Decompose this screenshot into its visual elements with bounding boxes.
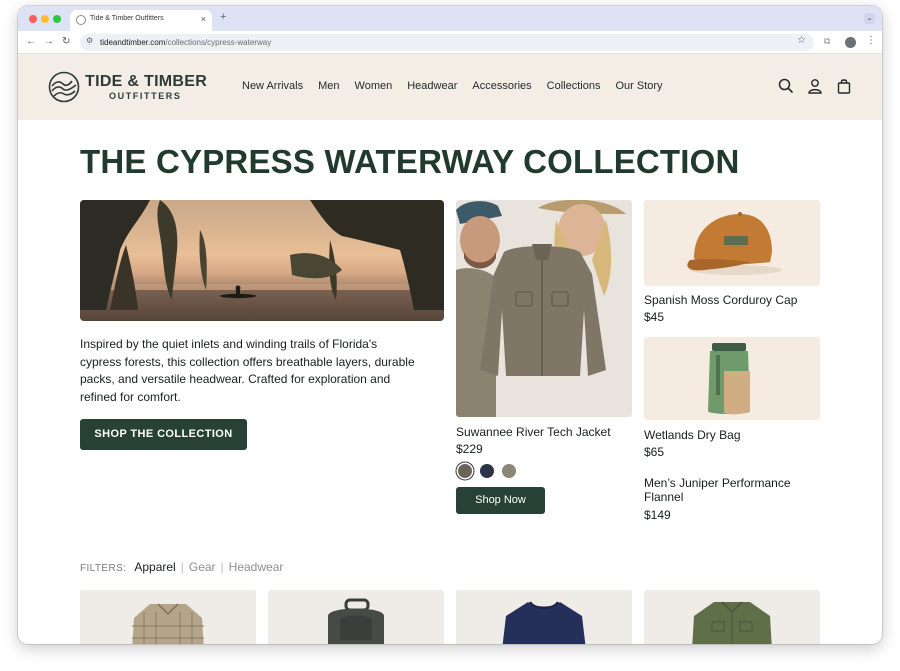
cap-product-price: $45 [644,310,665,324]
product-card-plaid-shirt[interactable] [80,590,256,644]
shop-now-button[interactable]: Shop Now [456,487,545,514]
account-icon[interactable] [807,78,823,94]
zoom-window-button[interactable] [53,15,61,23]
dry-bag-product-image[interactable] [644,337,820,420]
nav-new-arrivals[interactable]: New Arrivals [242,80,303,92]
main-nav: New Arrivals Men Women Headwear Accessor… [242,80,663,92]
search-icon[interactable] [778,78,794,94]
url-host: tideandtimber.com [100,38,166,47]
tab-search-icon[interactable]: ⌄ [864,13,875,24]
nav-men[interactable]: Men [318,80,339,92]
filter-headwear[interactable]: Headwear [229,560,284,574]
nav-headwear[interactable]: Headwear [407,80,457,92]
profile-avatar[interactable] [845,37,856,48]
back-icon[interactable]: ← [26,35,36,49]
cap-product-name[interactable]: Spanish Moss Corduroy Cap [644,293,797,307]
url-path: /collections/cypress-waterway [165,38,272,47]
browser-window: Tide & Timber Outfitters × + ⌄ ← → ↻ ⚙ t… [18,6,882,644]
filter-divider: | [180,560,184,574]
page-title: THE CYPRESS WATERWAY COLLECTION [80,143,740,180]
minimize-window-button[interactable] [41,15,49,23]
browser-toolbar: ← → ↻ ⚙ tideandtimber.com/collections/cy… [18,31,882,54]
nav-accessories[interactable]: Accessories [472,80,531,92]
reload-icon[interactable]: ↻ [62,35,70,49]
flannel-product-price: $149 [644,508,671,522]
brand-subtitle: OUTFITTERS [109,91,182,101]
hero-image [80,200,444,321]
favicon-icon [76,15,86,25]
filter-gear[interactable]: Gear [189,560,216,574]
color-swatch-navy[interactable] [480,464,494,478]
bag-icon[interactable] [836,78,852,94]
dry-bag-product-name[interactable]: Wetlands Dry Bag [644,428,741,442]
cap-product-image[interactable] [644,200,820,286]
product-card-navy-tee[interactable] [456,590,632,644]
color-swatch-stone[interactable] [502,464,516,478]
extension-icon[interactable]: ⧉ [824,36,830,47]
nav-collections[interactable]: Collections [547,80,601,92]
filter-divider: | [220,560,224,574]
filter-bar: FILTERS: Apparel | Gear | Headwear [80,560,283,574]
nav-women[interactable]: Women [355,80,393,92]
filter-label: FILTERS: [80,563,127,574]
filter-apparel[interactable]: Apparel [134,560,175,574]
featured-product-image[interactable] [456,200,632,417]
site-header: TIDE & TIMBER OUTFITTERS New Arrivals Me… [18,54,882,120]
tab-strip: Tide & Timber Outfitters × + ⌄ [18,6,882,31]
nav-our-story[interactable]: Our Story [615,80,662,92]
new-tab-icon[interactable]: + [220,11,226,23]
product-card-green-shirt[interactable] [644,590,820,644]
tab-close-icon[interactable]: × [201,13,206,25]
shop-collection-button[interactable]: SHOP THE COLLECTION [80,419,247,450]
close-window-button[interactable] [29,15,37,23]
dry-bag-product-price: $65 [644,445,665,459]
address-bar[interactable]: ⚙ tideandtimber.com/collections/cypress-… [80,34,814,51]
color-swatch-olive[interactable] [458,464,472,478]
wave-logo-icon[interactable] [48,71,80,103]
site-info-icon[interactable]: ⚙ [86,36,93,45]
forward-icon[interactable]: → [44,35,54,49]
browser-tab[interactable]: Tide & Timber Outfitters × [70,10,212,31]
brand-name[interactable]: TIDE & TIMBER [85,73,207,91]
product-card-backpack[interactable] [268,590,444,644]
url-text: tideandtimber.com/collections/cypress-wa… [100,38,271,47]
featured-product-name[interactable]: Suwannee River Tech Jacket [456,425,611,439]
collection-description: Inspired by the quiet inlets and winding… [80,337,415,404]
tab-title: Tide & Timber Outfitters [90,15,164,22]
more-menu-icon[interactable]: ⋮ [866,35,876,46]
flannel-product-name[interactable]: Men’s Juniper Performance Flannel [644,476,814,504]
star-icon[interactable]: ☆ [797,35,806,46]
featured-product-price: $229 [456,442,483,456]
